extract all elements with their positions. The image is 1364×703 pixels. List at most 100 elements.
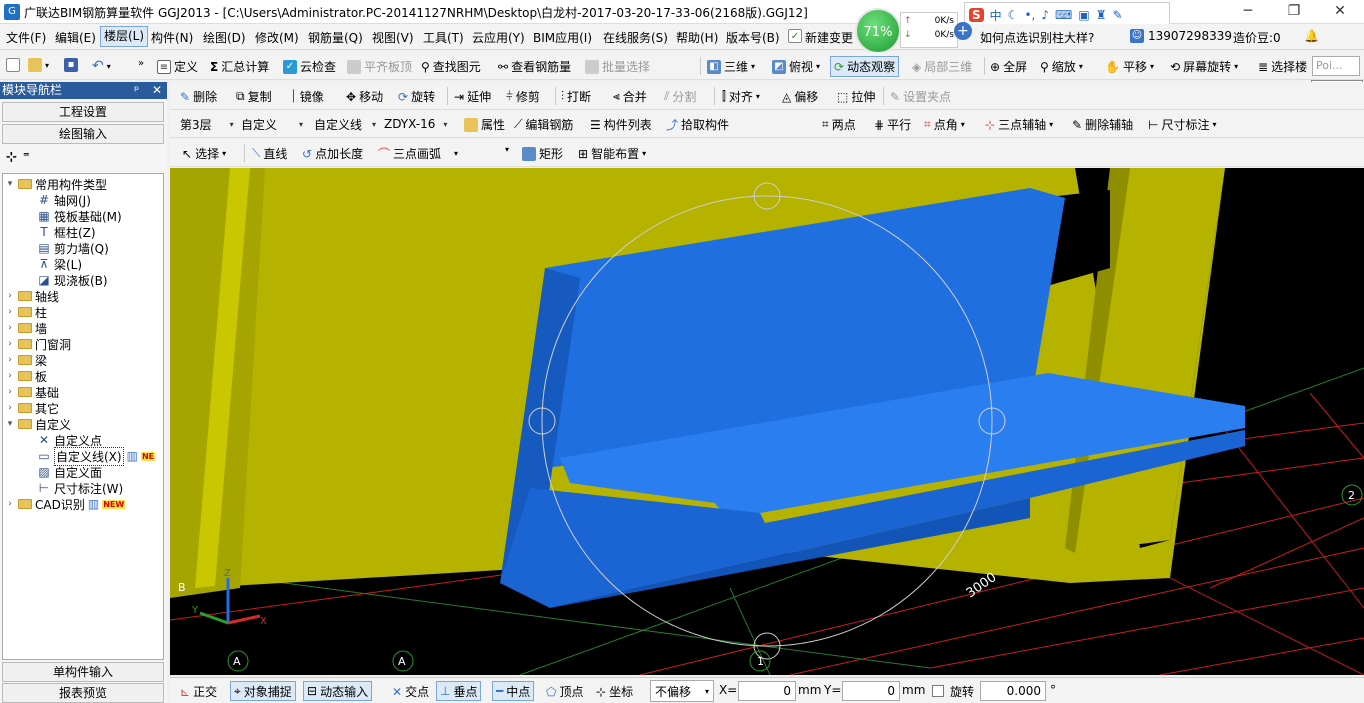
add-widget-icon[interactable]: +: [954, 22, 972, 40]
expand-arrow-icon[interactable]: ›: [5, 387, 15, 397]
three-point-arc-button[interactable]: ⌒ 三点画弧 ▾: [378, 145, 458, 162]
local-3d-button[interactable]: ◈ 局部三维: [912, 58, 972, 75]
wrench-icon[interactable]: ✎: [1112, 8, 1122, 22]
tree-item[interactable]: ▤ 剪力墙(Q): [37, 240, 108, 256]
rotate-angle-input[interactable]: 0.000: [980, 681, 1046, 701]
line-tool-button[interactable]: ⟍ 直线: [252, 145, 287, 162]
tree-item[interactable]: ▾ 常用构件类型: [5, 176, 107, 192]
x-coordinate-input[interactable]: 0: [738, 681, 796, 701]
extend-button[interactable]: ⇥ 延伸: [454, 88, 491, 105]
expand-arrow-icon[interactable]: ›: [5, 371, 15, 381]
poi-input[interactable]: Poi...: [1312, 56, 1360, 76]
restore-button[interactable]: ❐: [1271, 0, 1317, 24]
properties-button[interactable]: 属性: [464, 116, 505, 133]
fullscreen-button[interactable]: ⊕ 全屏: [990, 58, 1027, 75]
menu-view[interactable]: 视图(V): [372, 29, 414, 46]
network-speed-ball[interactable]: 71%: [855, 8, 901, 54]
tree-item[interactable]: › 轴线: [5, 288, 59, 304]
mic-icon[interactable]: ♪: [1041, 8, 1049, 22]
menu-draw[interactable]: 绘图(D): [203, 29, 246, 46]
ime-mode-icon[interactable]: 中: [990, 7, 1002, 24]
set-grip-button[interactable]: ✎ 设置夹点: [890, 88, 951, 105]
intersection-snap[interactable]: ✕ 交点: [392, 683, 429, 700]
menu-floor[interactable]: 楼层(L): [100, 26, 149, 47]
help-question-link[interactable]: 如何点选识别柱大样?: [980, 29, 1094, 46]
dynamic-orbit-button[interactable]: ⟳ 动态观察: [830, 56, 900, 77]
menu-file[interactable]: 文件(F): [6, 29, 46, 46]
tree-item[interactable]: › 门窗洞: [5, 336, 71, 352]
floor-select[interactable]: 第3层 ▾: [180, 114, 234, 134]
menu-new-change[interactable]: ✓ 新建变更: [788, 29, 853, 46]
skin-icon[interactable]: ▣: [1078, 8, 1089, 22]
view-rebar-button[interactable]: ⚯ 查看钢筋量: [498, 58, 571, 75]
point-length-button[interactable]: ↺ 点加长度: [302, 145, 363, 162]
user-account[interactable]: ☺ 13907298339: [1130, 29, 1232, 43]
tree-item[interactable]: › 墙: [5, 320, 47, 336]
select-floor-button[interactable]: ≣ 选择楼: [1258, 58, 1307, 75]
screen-rotate-button[interactable]: ⟲ 屏幕旋转 ▾: [1170, 58, 1238, 75]
menu-rebar[interactable]: 钢筋量(Q): [308, 29, 363, 46]
punct-icon[interactable]: •,: [1024, 8, 1035, 22]
pick-component-button[interactable]: ⤴ 拾取构件: [666, 116, 729, 133]
bell-icon[interactable]: 🔔: [1304, 29, 1319, 43]
delete-button[interactable]: ✎ 删除: [180, 88, 217, 105]
tree-item[interactable]: › 板: [5, 368, 47, 384]
collapse-all-icon[interactable]: ⁼: [23, 150, 30, 165]
tree-item[interactable]: ⊼ 梁(L): [37, 256, 82, 272]
parallel-axis-button[interactable]: ⋕ 平行: [874, 116, 911, 133]
arc-options-dropdown[interactable]: ▾: [505, 145, 509, 154]
expand-arrow-icon[interactable]: ›: [5, 291, 15, 301]
tree-item[interactable]: › 梁: [5, 352, 47, 368]
expand-all-icon[interactable]: ⊹: [6, 150, 17, 165]
expand-arrow-icon[interactable]: ›: [5, 355, 15, 365]
single-component-input-button[interactable]: 单构件输入: [2, 662, 164, 682]
tree-item[interactable]: ▦ 筏板基础(M): [37, 208, 121, 224]
tree-item[interactable]: › CAD识别 ▥ NEW: [5, 496, 126, 512]
menu-component[interactable]: 构件(N): [151, 29, 193, 46]
expand-arrow-icon[interactable]: ›: [5, 499, 15, 509]
smart-layout-button[interactable]: ⊞ 智能布置 ▾: [578, 145, 646, 162]
rectangle-tool-button[interactable]: 矩形: [522, 145, 563, 162]
merge-button[interactable]: ⫷ 合并: [613, 88, 647, 105]
project-settings-button[interactable]: 工程设置: [2, 102, 164, 122]
align-button[interactable]: ⫿ 对齐 ▾: [722, 88, 760, 105]
expand-arrow-icon[interactable]: ›: [5, 323, 15, 333]
tree-item[interactable]: › 柱: [5, 304, 47, 320]
menu-bim[interactable]: BIM应用(I): [533, 29, 592, 46]
expand-arrow-icon[interactable]: ›: [5, 403, 15, 413]
tree-item[interactable]: ▭ 自定义线(X) ▥ NE: [37, 446, 156, 466]
menu-cloud[interactable]: 云应用(Y): [472, 29, 525, 46]
report-preview-button[interactable]: 报表预览: [2, 683, 164, 703]
edit-rebar-button[interactable]: ⟋ 编辑钢筋: [514, 116, 573, 133]
scene-canvas[interactable]: A A 1 2 B 3000 Z X Y: [170, 168, 1364, 675]
pin-icon[interactable]: ᵖ: [134, 82, 139, 99]
summary-calc-button[interactable]: Σ 汇总计算: [210, 58, 269, 75]
overflow-chevron-icon[interactable]: »: [138, 58, 144, 69]
batch-select-button[interactable]: 批量选择: [585, 58, 650, 75]
top-view-button[interactable]: ◩ 俯视 ▾: [772, 58, 820, 75]
collapse-arrow-icon[interactable]: ▾: [5, 419, 15, 429]
close-panel-icon[interactable]: ✕: [152, 82, 162, 99]
tree-item[interactable]: › 基础: [5, 384, 59, 400]
component-tree[interactable]: ▾ 常用构件类型 # 轴网(J) ▦ 筏板基础(M) T 框柱(Z) ▤ 剪力墙(Q) ⊼ 梁(L) ◪…: [2, 173, 164, 660]
stretch-button[interactable]: ⬚ 拉伸: [837, 88, 875, 105]
tree-item[interactable]: T 框柱(Z): [37, 224, 95, 240]
expand-arrow-icon[interactable]: ›: [5, 339, 15, 349]
tree-item[interactable]: ⊢ 尺寸标注(W): [37, 480, 123, 496]
type-select[interactable]: 自定义 ▾: [241, 114, 303, 134]
tree-item[interactable]: ▾ 自定义: [5, 416, 71, 432]
tree-item[interactable]: › 其它: [5, 400, 59, 416]
offset-button[interactable]: ◬ 偏移: [782, 88, 818, 105]
rotate-button[interactable]: ⟳ 旋转: [398, 88, 435, 105]
trim-button[interactable]: ⫩ 修剪: [506, 88, 540, 105]
ortho-toggle[interactable]: ⊾ 正交: [180, 683, 217, 700]
3d-viewport[interactable]: A A 1 2 B 3000 Z X Y: [170, 168, 1364, 675]
rotate-checkbox[interactable]: [932, 685, 944, 697]
define-button[interactable]: ≡ 定义: [157, 58, 198, 75]
offset-select[interactable]: 不偏移 ▾: [650, 680, 714, 702]
tree-item[interactable]: # 轴网(J): [37, 192, 91, 208]
close-button[interactable]: ✕: [1317, 0, 1363, 24]
move-button[interactable]: ✥ 移动: [346, 88, 383, 105]
open-file-icon[interactable]: ▾: [28, 58, 49, 72]
delete-axis-button[interactable]: ✎ 删除辅轴: [1072, 116, 1133, 133]
